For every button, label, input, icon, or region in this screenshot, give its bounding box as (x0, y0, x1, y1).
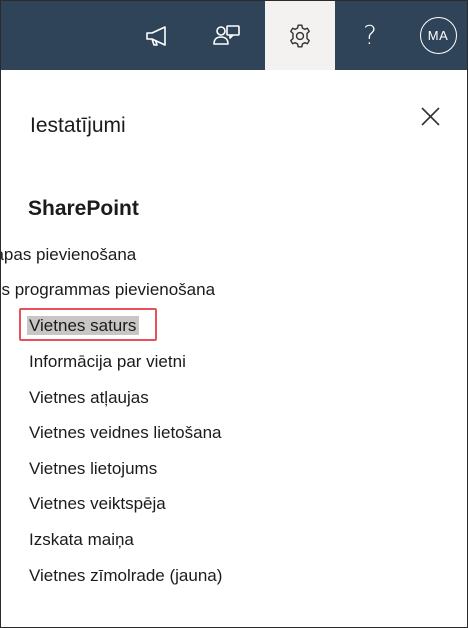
close-icon (419, 107, 443, 133)
menu-item-site-information[interactable]: Informācija par vietni (29, 352, 186, 372)
menu-item-add-app[interactable]: Lietotnes programmas pievienošana (1, 280, 215, 300)
avatar: MA (419, 17, 457, 54)
settings-button[interactable] (265, 1, 335, 70)
close-button[interactable] (419, 105, 443, 129)
chat-icon (213, 23, 241, 49)
panel-title: Iestatījumi (30, 114, 126, 137)
feedback-button[interactable] (197, 1, 257, 70)
menu-item-add-page[interactable]: Lapas pievienošana (1, 245, 136, 265)
megaphone-icon (143, 24, 171, 48)
highlight-box (19, 308, 157, 341)
whats-new-button[interactable] (129, 1, 185, 70)
menu-item-apply-site-template[interactable]: Vietnes veidnes lietošana (29, 423, 222, 443)
menu-item-change-the-look[interactable]: Izskata maiņa (29, 530, 134, 550)
menu-item-site-performance[interactable]: Vietnes veiktspēja (29, 494, 166, 514)
menu-item-site-branding[interactable]: Vietnes zīmolrade (jauna) (29, 566, 222, 586)
menu-item-site-permissions[interactable]: Vietnes atļaujas (29, 388, 149, 408)
suite-header: ? MA (1, 1, 467, 70)
account-button[interactable]: MA (413, 1, 463, 70)
settings-window: ? MA Iestatījumi SharePoint Lapas pievie… (0, 0, 468, 628)
section-title: SharePoint (28, 197, 139, 220)
menu-item-site-usage[interactable]: Vietnes lietojums (29, 459, 157, 479)
gear-icon (287, 23, 313, 49)
help-button[interactable]: ? (345, 1, 395, 70)
help-icon: ? (363, 20, 377, 51)
